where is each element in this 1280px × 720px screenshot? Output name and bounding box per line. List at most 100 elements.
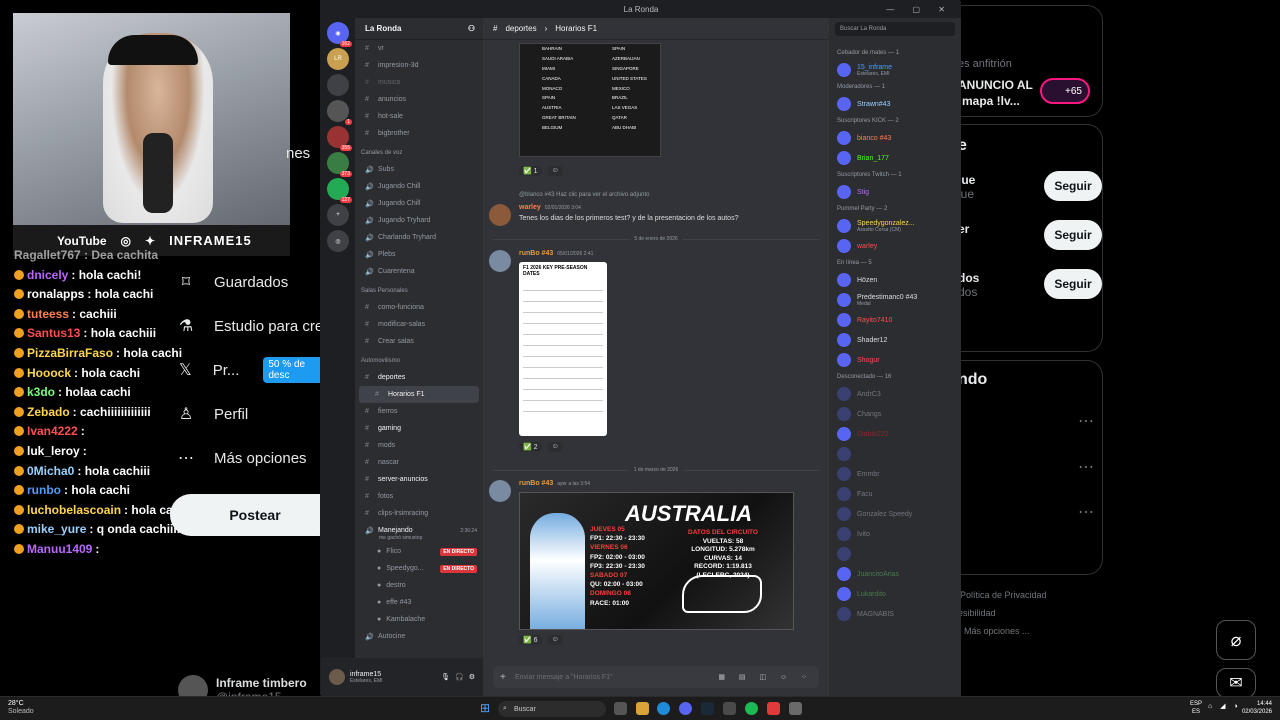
- voice-user[interactable]: ● effe #43: [355, 594, 483, 611]
- window-controls[interactable]: — ▢ ✕: [886, 5, 953, 14]
- author-name[interactable]: runBo #43: [519, 250, 553, 257]
- member-item[interactable]: Lukardito: [829, 584, 961, 604]
- member-item[interactable]: Rayito7410: [829, 310, 961, 330]
- member-item[interactable]: bianco #43: [829, 128, 961, 148]
- x-menu-item[interactable]: 𝕏 Pr... 50 % de desc: [170, 348, 330, 392]
- follow-button[interactable]: Seguir: [1044, 171, 1102, 201]
- chat-username[interactable]: runbo: [27, 483, 61, 497]
- channel-item[interactable]: # hot-sale: [355, 108, 483, 125]
- guild-header[interactable]: La Ronda ⚇: [355, 18, 483, 40]
- member-item[interactable]: Speedygonzalez... Assetto Corsa (CM): [829, 216, 961, 236]
- server-la-ronda[interactable]: LR: [327, 48, 349, 70]
- weather-widget[interactable]: 28°C Soleado: [8, 700, 34, 716]
- voice-user[interactable]: ● Speedygo... EN DIRECTO: [355, 560, 483, 577]
- member-item[interactable]: MAGNABIS: [829, 604, 961, 624]
- channel-item[interactable]: # fierros: [355, 403, 483, 420]
- author-name[interactable]: warley: [519, 204, 541, 211]
- post-button[interactable]: Postear: [170, 494, 340, 536]
- breadcrumb-parent[interactable]: deportes: [505, 24, 536, 33]
- channel-category[interactable]: Automovilismo: [355, 353, 483, 369]
- reaction-check[interactable]: ✅ 2: [519, 442, 542, 452]
- add-reaction-icon[interactable]: ☺: [547, 442, 563, 452]
- member-item[interactable]: Diablo222: [829, 424, 961, 444]
- channel-item[interactable]: # como-funciona: [355, 299, 483, 316]
- mic-icon[interactable]: 🎙: [441, 673, 450, 681]
- reaction-check[interactable]: ✅ 1: [519, 166, 542, 176]
- member-item[interactable]: Changs: [829, 404, 961, 424]
- avatar[interactable]: [329, 669, 345, 685]
- taskview-icon[interactable]: [614, 702, 627, 715]
- footer-more[interactable]: Más opciones ...: [964, 626, 1030, 636]
- add-member-icon[interactable]: ⚇: [468, 24, 475, 33]
- server-icon[interactable]: 127: [327, 178, 352, 203]
- channel-category[interactable]: Salas Personales: [355, 283, 483, 299]
- explorer-icon[interactable]: [636, 702, 649, 715]
- x-menu-item[interactable]: ♙ Perfil: [170, 392, 330, 436]
- channel-item[interactable]: # deportes: [355, 369, 483, 386]
- search-input[interactable]: Buscar La Ronda: [835, 22, 955, 36]
- composer-tools[interactable]: ▦ ▤ ◫ ☺ ⁘: [718, 673, 813, 681]
- avatar[interactable]: [489, 480, 511, 502]
- discover-icon[interactable]: ◎: [327, 230, 349, 252]
- app-icon[interactable]: [767, 702, 780, 715]
- headset-icon[interactable]: 🎧: [455, 673, 464, 681]
- x-menu-item[interactable]: ⌑ Guardados: [170, 260, 330, 304]
- chat-username[interactable]: 0Micha0: [27, 464, 74, 478]
- member-item[interactable]: Shogur: [829, 350, 961, 370]
- f1-calendar-image[interactable]: BAHRAIN SPAIN SAUDI ARABIA AZERBAIJAN MIAMI S…: [519, 43, 661, 157]
- member-item[interactable]: Strawn#43: [829, 94, 961, 114]
- member-item[interactable]: Stig: [829, 182, 961, 202]
- server-icon[interactable]: [327, 74, 349, 96]
- messages-icon[interactable]: ✉: [1216, 668, 1256, 698]
- follow-name[interactable]: dos: [958, 271, 979, 285]
- language-indicator[interactable]: ESP ES: [1190, 700, 1202, 716]
- member-item[interactable]: Brian_177: [829, 148, 961, 168]
- voice-user[interactable]: ● Flico EN DIRECTO: [355, 543, 483, 560]
- voice-channel[interactable]: 🔊 Subs: [355, 161, 483, 178]
- server-icon[interactable]: 355: [327, 126, 352, 151]
- footer-privacy[interactable]: Política de Privacidad: [960, 590, 1047, 600]
- channel-item[interactable]: # anuncios: [355, 91, 483, 108]
- plus-icon[interactable]: +: [500, 672, 506, 683]
- member-item[interactable]: Facu: [829, 484, 961, 504]
- clock[interactable]: 14:44 02/03/2026: [1236, 700, 1272, 716]
- more-icon[interactable]: ⋯: [1078, 502, 1094, 522]
- listener-count[interactable]: +65: [1040, 78, 1090, 104]
- member-item[interactable]: Shader12: [829, 330, 961, 350]
- channel-item[interactable]: # server-anuncios: [355, 471, 483, 488]
- avatar[interactable]: [489, 204, 511, 226]
- chat-username[interactable]: Ivan4222: [27, 424, 78, 438]
- chat-username[interactable]: dnicely: [27, 268, 68, 282]
- member-item[interactable]: JuancitoArias: [829, 564, 961, 584]
- chat-username[interactable]: Manuu1409: [27, 542, 92, 556]
- more-icon[interactable]: ⋯: [1078, 411, 1094, 431]
- edge-icon[interactable]: [657, 702, 670, 715]
- member-item[interactable]: Gonzalez Speedy: [829, 504, 961, 524]
- channel-item[interactable]: # bigbrother: [355, 125, 483, 142]
- server-icon[interactable]: 1: [327, 100, 352, 125]
- reply-preview[interactable]: @blanco #43 Haz clic para ver el archivo…: [519, 192, 650, 198]
- voice-channel[interactable]: 🔊 Plebs: [355, 246, 483, 263]
- chat-username[interactable]: k3do: [27, 385, 55, 399]
- chat-username[interactable]: PizzaBirraFaso: [27, 346, 113, 360]
- channel-item[interactable]: # nascar: [355, 454, 483, 471]
- x-menu-item[interactable]: ⋯ Más opciones: [170, 436, 330, 480]
- voice-user[interactable]: ● destro: [355, 577, 483, 594]
- member-item[interactable]: [829, 444, 961, 464]
- member-item[interactable]: Hözen: [829, 270, 961, 290]
- discord-icon[interactable]: [679, 702, 692, 715]
- voice-channel[interactable]: 🔊 Charlando Tryhard: [355, 229, 483, 246]
- member-item[interactable]: AndrC3: [829, 384, 961, 404]
- channel-item[interactable]: # clips-lrsimracing: [355, 505, 483, 522]
- channel-category[interactable]: Canales de voz: [355, 145, 483, 161]
- app-icon[interactable]: [723, 702, 736, 715]
- channel-item[interactable]: # fotos: [355, 488, 483, 505]
- chat-username[interactable]: Santus13: [27, 326, 80, 340]
- add-server-icon[interactable]: +: [327, 204, 349, 226]
- chat-username[interactable]: luchobelascoain: [27, 503, 121, 517]
- message-input[interactable]: + Enviar mensaje a "Horarios F1" ▦ ▤ ◫ ☺…: [493, 666, 819, 688]
- channel-item[interactable]: # vr: [355, 40, 483, 57]
- author-name[interactable]: runBo #43: [519, 480, 553, 487]
- add-reaction-icon[interactable]: ☺: [547, 635, 563, 645]
- reaction-check[interactable]: ✅ 6: [519, 635, 542, 645]
